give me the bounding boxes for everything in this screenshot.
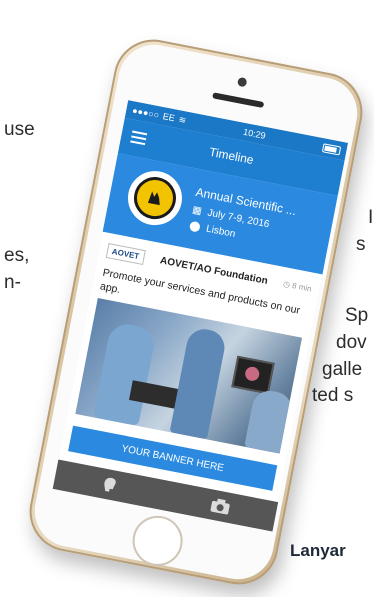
bg-text-fragment: use [4, 119, 35, 140]
clock-icon: ◷ [282, 279, 291, 290]
bg-text-fragment: galle [322, 359, 363, 380]
carrier-label: EE [162, 111, 176, 124]
post-time: 8 min [291, 280, 313, 294]
bg-text-fragment: dov [336, 332, 367, 353]
bg-text-fragment: es, [4, 245, 30, 266]
bg-text-fragment: Sp [345, 305, 369, 326]
wifi-icon: ≋ [177, 113, 188, 126]
bg-text-fragment: n- [4, 272, 21, 293]
earpiece-speaker [212, 92, 265, 109]
phone-mockup: ●●●○○ EE ≋ 10:29 Timeline Annual Scienti… [22, 32, 370, 592]
speaker-head-icon[interactable] [94, 471, 128, 498]
signal-icon: ●●●○○ [131, 105, 160, 121]
bg-text-fragment: ted s [312, 385, 354, 406]
location-pin-icon: ⬤ [188, 220, 202, 234]
phone-face: ●●●○○ EE ≋ 10:29 Timeline Annual Scienti… [28, 38, 364, 586]
battery-icon [321, 142, 342, 156]
bg-text-fragment: s [356, 234, 366, 255]
society-seal-logo [130, 173, 180, 223]
camera-icon[interactable] [204, 493, 238, 520]
org-logo: AOVET [105, 243, 146, 265]
front-camera [236, 76, 248, 88]
bg-heading-fragment: Lanyar [290, 541, 346, 560]
event-location: Lisbon [205, 223, 237, 240]
society-logo [123, 166, 187, 230]
status-time: 10:29 [242, 126, 267, 141]
bg-text-fragment: I [368, 207, 374, 228]
calendar-icon: ▦ [191, 204, 203, 218]
